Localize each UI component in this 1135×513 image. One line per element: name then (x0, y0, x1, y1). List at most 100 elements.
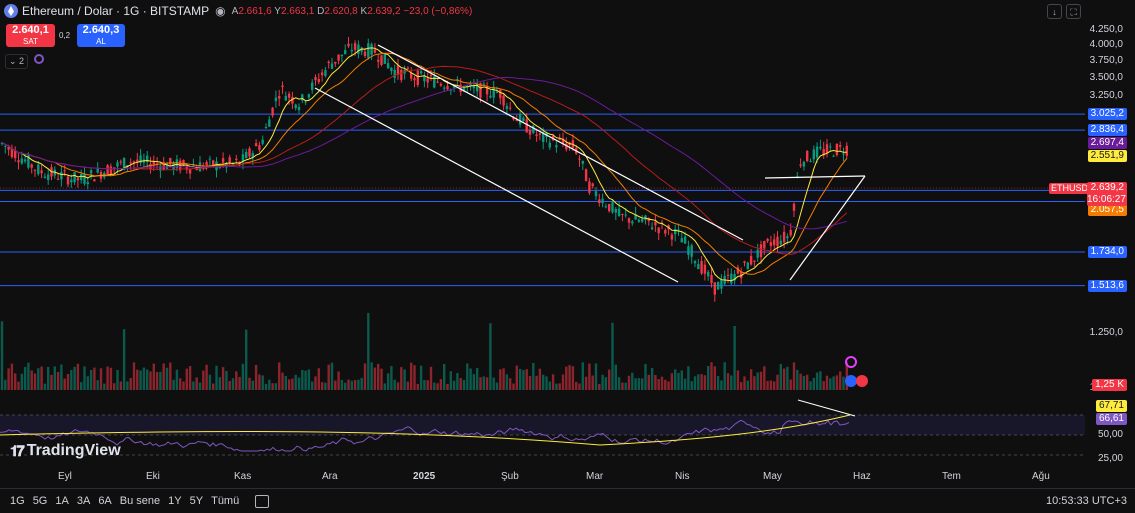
volume-bar (155, 372, 159, 390)
volume-bar (353, 380, 357, 390)
clock[interactable]: 10:53:33 UTC+3 (1046, 495, 1127, 507)
volume-bar (726, 373, 730, 390)
volume-bar (188, 366, 192, 390)
candle-body (373, 49, 377, 53)
range-button[interactable]: 1G (6, 495, 29, 507)
candle-body (390, 67, 393, 72)
volume-bar (799, 373, 802, 390)
legend: Ethereum / Dolar · 1G · BITSTAMP ◉ A2.66… (4, 3, 472, 19)
chart-canvas[interactable] (0, 0, 1135, 512)
candle-body (304, 101, 307, 103)
candle-body (525, 119, 528, 133)
candle-body (631, 221, 634, 224)
volume-bar (512, 383, 515, 390)
candle-body (205, 161, 208, 166)
level-tag: 3.025,2 (1087, 108, 1127, 121)
candle-body (773, 239, 776, 246)
volume-bar (703, 375, 707, 390)
volume-bar (330, 362, 334, 390)
fullscreen-icon[interactable]: ⛶ (1066, 4, 1081, 19)
candle-body (766, 238, 769, 242)
volume-bar (647, 374, 650, 390)
volume-bar (545, 376, 548, 390)
volume-bar (261, 375, 264, 390)
volume-bar (522, 370, 525, 390)
volume-bar (627, 375, 631, 390)
volume-bar (400, 367, 403, 390)
arrow-down-icon[interactable]: ↓ (1047, 4, 1062, 19)
volume-bar (700, 374, 703, 390)
time-axis-label: Ara (322, 471, 338, 482)
volume-bar (502, 368, 505, 390)
sell-button[interactable]: 2.640,1 SAT (6, 24, 55, 47)
range-button[interactable]: 5Y (186, 495, 207, 507)
volume-bar (182, 381, 185, 390)
volume-bar (667, 381, 670, 390)
volume-bar (136, 369, 139, 390)
volume-bar (33, 373, 37, 390)
candle-body (377, 59, 380, 62)
volume-bar (304, 370, 307, 390)
volume-bar (538, 368, 542, 390)
range-button[interactable]: Tümü (207, 495, 243, 507)
candle-body (17, 160, 20, 163)
range-button[interactable]: 1A (51, 495, 72, 507)
volume-bar (146, 369, 149, 390)
volume-bar (297, 377, 301, 390)
rsi-tag: 66,61 (1095, 413, 1127, 425)
volume-bar (773, 381, 776, 390)
candle-body (489, 95, 492, 98)
chart-window[interactable]: Ethereum / Dolar · 1G · BITSTAMP ◉ A2.66… (0, 0, 1135, 512)
volume-bar (561, 374, 565, 390)
candle-body (23, 159, 27, 162)
candle-body (756, 249, 759, 258)
volume-bar (231, 378, 235, 390)
volume-bar (660, 376, 664, 390)
volume-bar (377, 363, 380, 390)
range-button[interactable]: 6A (94, 495, 115, 507)
volume-bar (284, 375, 287, 390)
candle-body (697, 264, 700, 270)
candle-body (30, 164, 33, 168)
candle-body (578, 158, 581, 160)
volume-bar (86, 376, 89, 390)
lightning-event-icon[interactable] (845, 356, 857, 368)
range-button[interactable]: 3A (73, 495, 94, 507)
time-axis-label: Mar (586, 471, 604, 482)
indicator-settings-icon[interactable] (34, 54, 44, 64)
volume-bar (753, 376, 756, 390)
volume-bar (380, 368, 383, 390)
candle-body (268, 119, 271, 127)
candle-body (106, 165, 109, 175)
calendar-icon[interactable] (255, 494, 270, 508)
volume-bar (172, 379, 175, 390)
volume-bar (106, 366, 109, 390)
buy-button[interactable]: 2.640,3 AL (77, 24, 125, 47)
volume-bar (149, 371, 152, 390)
volume-bar (202, 370, 205, 390)
volume-bar (733, 326, 736, 390)
range-button[interactable]: Bu sene (116, 495, 164, 507)
volume-bar (47, 367, 50, 390)
candle-body (314, 77, 317, 81)
price-axis-label: 3.750,0 (1089, 54, 1123, 66)
candle-body (825, 144, 829, 154)
volume-bar (423, 380, 426, 390)
top-tools: ↓ ⛶ (1047, 4, 1081, 19)
volume-bar (142, 367, 146, 390)
range-button[interactable]: 5G (29, 495, 52, 507)
volume-bar (568, 365, 571, 390)
volume-bar (456, 373, 459, 390)
volume-bar (324, 382, 327, 390)
candle-body (819, 146, 822, 149)
indicators-toggle[interactable]: ⌄ 2 (5, 54, 29, 69)
symbol-title[interactable]: Ethereum / Dolar · 1G · BITSTAMP (22, 4, 209, 18)
candle-body (641, 218, 644, 222)
candle-body (835, 143, 839, 156)
eye-icon[interactable]: ◉ (215, 4, 225, 18)
volume-bar (14, 373, 17, 390)
range-button[interactable]: 1Y (164, 495, 185, 507)
volume-bar (740, 382, 743, 390)
volume-bar (396, 382, 400, 390)
event-icon[interactable] (856, 375, 868, 387)
